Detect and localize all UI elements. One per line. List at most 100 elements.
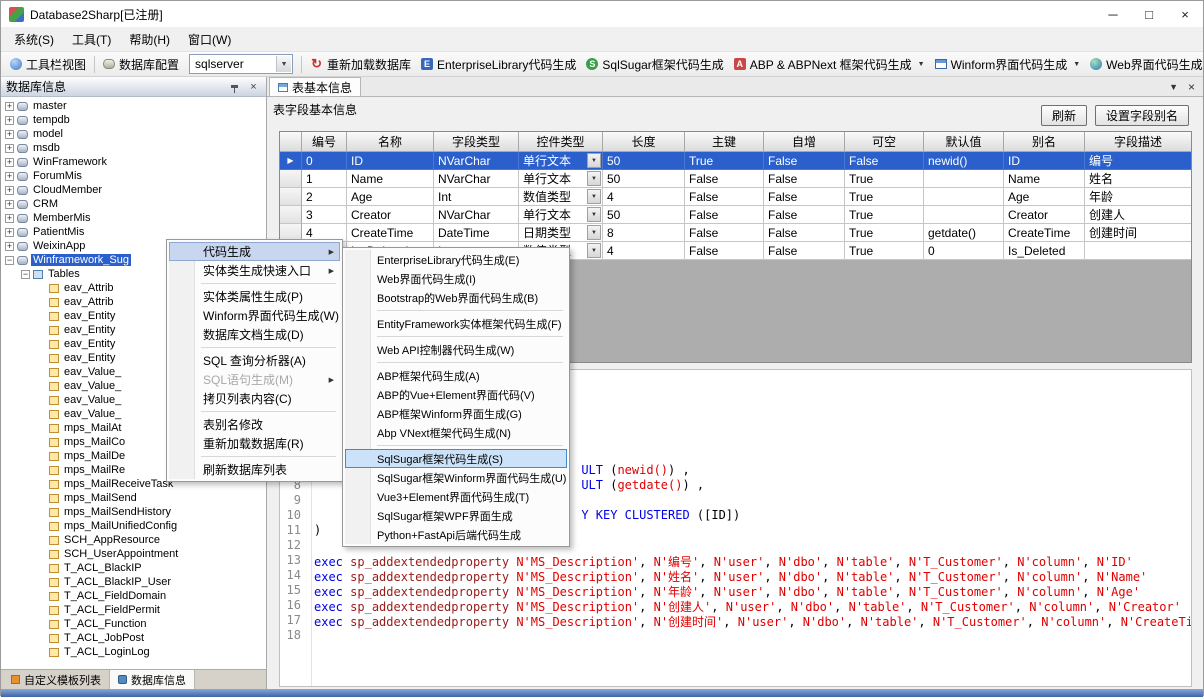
cell-默认值[interactable] [924,188,1004,206]
column-header-名称[interactable]: 名称 [347,132,434,152]
cell-控件类型[interactable]: 单行文本▼ [519,152,603,170]
cell-别名[interactable]: Age [1004,188,1085,206]
menu-item-刷新数据库列表[interactable]: 刷新数据库列表 [169,460,340,479]
minimize-button[interactable]: ─ [1095,1,1131,27]
refresh-button[interactable]: 刷新 [1041,105,1087,126]
combo-dropdown-icon[interactable]: ▼ [587,153,601,168]
set-field-alias-button[interactable]: 设置字段别名 [1095,105,1189,126]
cell-可空[interactable]: True [845,224,924,242]
cell-名称[interactable]: ID [347,152,434,170]
table-row[interactable]: 4CreateTimeDateTime日期类型▼8FalseFalseTrueg… [280,224,1191,242]
menu-item-代码生成[interactable]: 代码生成▶ [169,242,340,261]
cell-别名[interactable]: Is_Deleted [1004,242,1085,260]
cell-主键[interactable]: False [685,242,764,260]
cell-自增[interactable]: False [764,224,845,242]
tab-list-dropdown-icon[interactable]: ▼ [1169,82,1178,92]
cell-长度[interactable]: 4 [603,188,685,206]
menu-帮助(H)[interactable]: 帮助(H) [120,28,179,51]
tree-item-T_ACL_Function[interactable]: T_ACL_Function [1,617,266,631]
cell-别名[interactable]: Creator [1004,206,1085,224]
chevron-down-icon[interactable]: ▼ [918,61,925,68]
cell-自增[interactable]: False [764,152,845,170]
collapse-icon[interactable]: − [21,270,30,279]
menu-item-实体类生成快速入口[interactable]: 实体类生成快速入口▶ [169,261,340,280]
menu-item-实体类属性生成(P)[interactable]: 实体类属性生成(P) [169,287,340,306]
tree-item-mps_MailSend[interactable]: mps_MailSend [1,491,266,505]
expand-icon[interactable]: + [5,242,14,251]
expand-icon[interactable]: + [5,214,14,223]
cell-名称[interactable]: Age [347,188,434,206]
cell-控件类型[interactable]: 日期类型▼ [519,224,603,242]
toolbar-button-Web界面代码生成[interactable]: Web界面代码生成▼ [1085,54,1204,75]
maximize-button[interactable]: □ [1131,1,1167,27]
tree-item-T_ACL_LoginLog[interactable]: T_ACL_LoginLog [1,645,266,659]
tree-item-CRM[interactable]: +CRM [1,197,266,211]
cell-名称[interactable]: Creator [347,206,434,224]
tree-item-PatientMis[interactable]: +PatientMis [1,225,266,239]
code-line[interactable]: 15exec sp_addextendedproperty N'MS_Descr… [280,583,1191,598]
column-header-自增[interactable]: 自增 [764,132,845,152]
tab-close-icon[interactable]: × [1188,80,1195,94]
combo-dropdown-icon[interactable]: ▼ [587,243,601,258]
cell-自增[interactable]: False [764,170,845,188]
cell-编号[interactable]: 2 [302,188,347,206]
pin-icon[interactable] [227,79,242,94]
toolbar-button-ABP & ABPNext 框架代码生成[interactable]: AABP & ABPNext 框架代码生成▼ [729,54,930,75]
cell-可空[interactable]: True [845,242,924,260]
cell-自增[interactable]: False [764,206,845,224]
cell-字段描述[interactable]: 姓名 [1085,170,1192,188]
combo-dropdown-icon[interactable]: ▼ [587,225,601,240]
menu-工具(T)[interactable]: 工具(T) [63,28,120,51]
cell-控件类型[interactable]: 单行文本▼ [519,206,603,224]
cell-字段描述[interactable]: 年龄 [1085,188,1192,206]
cell-可空[interactable]: True [845,188,924,206]
column-header-字段类型[interactable]: 字段类型 [434,132,519,152]
cell-可空[interactable]: True [845,170,924,188]
menu-item-Web界面代码生成(I)[interactable]: Web界面代码生成(I) [345,269,567,288]
tab-table-basic-info[interactable]: 表基本信息 [269,77,361,96]
cell-编号[interactable]: 1 [302,170,347,188]
cell-编号[interactable]: 0 [302,152,347,170]
code-line[interactable]: 17exec sp_addextendedproperty N'MS_Descr… [280,613,1191,628]
cell-默认值[interactable]: 0 [924,242,1004,260]
cell-长度[interactable]: 50 [603,170,685,188]
column-header-可空[interactable]: 可空 [845,132,924,152]
code-line[interactable]: 13exec sp_addextendedproperty N'MS_Descr… [280,553,1191,568]
cell-自增[interactable]: False [764,188,845,206]
toolbar-button-EnterpriseLibrary代码生成[interactable]: EEnterpriseLibrary代码生成 [416,54,581,75]
cell-别名[interactable]: ID [1004,152,1085,170]
menu-item-Bootstrap的Web界面代码生成(B)[interactable]: Bootstrap的Web界面代码生成(B) [345,288,567,307]
toolbar-button-工具栏视图[interactable]: 工具栏视图 [5,54,91,75]
code-line[interactable]: 16exec sp_addextendedproperty N'MS_Descr… [280,598,1191,613]
menu-item-Web API控制器代码生成(W)[interactable]: Web API控制器代码生成(W) [345,340,567,359]
cell-字段描述[interactable]: 编号 [1085,152,1192,170]
menu-item-Vue3+Element界面代码生成(T)[interactable]: Vue3+Element界面代码生成(T) [345,487,567,506]
cell-字段类型[interactable]: NVarChar [434,206,519,224]
tree-item-SCH_AppResource[interactable]: SCH_AppResource [1,533,266,547]
menu-item-EntityFramework实体框架代码生成(F)[interactable]: EntityFramework实体框架代码生成(F) [345,314,567,333]
tree-item-WinFramework[interactable]: +WinFramework [1,155,266,169]
tree-item-model[interactable]: +model [1,127,266,141]
toolbar-button-Winform界面代码生成[interactable]: Winform界面代码生成▼ [930,54,1086,75]
tree-item-T_ACL_JobPost[interactable]: T_ACL_JobPost [1,631,266,645]
row-selector[interactable] [280,188,302,206]
combo-dropdown-icon[interactable]: ▼ [587,189,601,204]
column-header-长度[interactable]: 长度 [603,132,685,152]
cell-名称[interactable]: Name [347,170,434,188]
tree-item-master[interactable]: +master [1,99,266,113]
combo-dropdown-icon[interactable]: ▼ [587,171,601,186]
menu-item-SqlSugar框架WPF界面生成[interactable]: SqlSugar框架WPF界面生成 [345,506,567,525]
row-selector[interactable] [280,170,302,188]
menu-item-表别名修改[interactable]: 表别名修改 [169,415,340,434]
menu-item-SqlSugar框架Winform界面代码生成(U)[interactable]: SqlSugar框架Winform界面代码生成(U) [345,468,567,487]
menu-item-SQL 查询分析器(A)[interactable]: SQL 查询分析器(A) [169,351,340,370]
table-row[interactable]: 1NameNVarChar单行文本▼50FalseFalseTrueName姓名 [280,170,1191,188]
cell-控件类型[interactable]: 单行文本▼ [519,170,603,188]
column-header-主键[interactable]: 主键 [685,132,764,152]
tree-item-T_ACL_BlackIP[interactable]: T_ACL_BlackIP [1,561,266,575]
column-header-编号[interactable]: 编号 [302,132,347,152]
tree-item-MemberMis[interactable]: +MemberMis [1,211,266,225]
cell-字段描述[interactable] [1085,242,1192,260]
cell-主键[interactable]: False [685,224,764,242]
menu-item-重新加载数据库(R)[interactable]: 重新加载数据库(R) [169,434,340,453]
